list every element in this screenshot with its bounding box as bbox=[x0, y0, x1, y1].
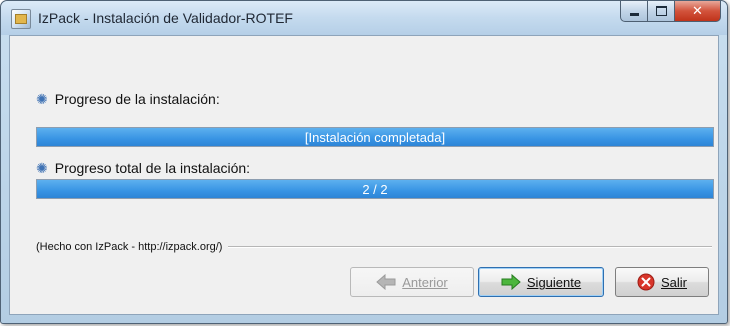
izpack-credit: (Hecho con IzPack - http://izpack.org/) bbox=[36, 241, 223, 253]
overall-progress-label: Progreso total de la instalación: bbox=[54, 160, 251, 176]
previous-button[interactable]: Anterior bbox=[350, 267, 474, 297]
close-circle-icon bbox=[637, 273, 655, 291]
overall-progress-label-row: ✺ Progreso total de la instalación: bbox=[36, 160, 250, 176]
installer-window: IzPack - Instalación de Validador-ROTEF … bbox=[0, 0, 728, 324]
window-controls: ✕ bbox=[620, 1, 721, 23]
quit-button-label: Salir bbox=[660, 274, 687, 290]
arrow-right-icon bbox=[501, 274, 521, 290]
close-icon: ✕ bbox=[692, 3, 703, 19]
pack-progress-text: [Instalación completada] bbox=[304, 129, 446, 145]
divider bbox=[228, 246, 712, 248]
maximize-button[interactable] bbox=[648, 1, 675, 22]
maximize-icon bbox=[655, 6, 667, 16]
title-bar[interactable]: IzPack - Instalación de Validador-ROTEF … bbox=[1, 1, 727, 35]
overall-progress-bar: 2 / 2 bbox=[36, 179, 714, 199]
gear-icon: ✺ bbox=[36, 91, 48, 107]
pack-progress-label: Progreso de la instalación: bbox=[54, 91, 220, 107]
minimize-icon bbox=[629, 13, 639, 16]
minimize-button[interactable] bbox=[620, 1, 648, 22]
pack-progress-bar: [Instalación completada] bbox=[36, 127, 714, 147]
izpack-app-icon bbox=[11, 9, 31, 29]
close-button[interactable]: ✕ bbox=[675, 1, 721, 22]
install-panel: ✺ Progreso de la instalación: [Instalaci… bbox=[9, 35, 719, 315]
overall-progress-text: 2 / 2 bbox=[362, 181, 388, 197]
gear-icon: ✺ bbox=[36, 160, 48, 176]
footer-credit-row: (Hecho con IzPack - http://izpack.org/) bbox=[36, 240, 712, 254]
next-button-label: Siguiente bbox=[526, 274, 582, 290]
arrow-left-icon bbox=[376, 274, 396, 290]
previous-button-label: Anterior bbox=[402, 274, 448, 290]
next-button[interactable]: Siguiente bbox=[478, 267, 604, 297]
quit-button[interactable]: Salir bbox=[615, 267, 709, 297]
window-title: IzPack - Instalación de Validador-ROTEF bbox=[38, 10, 293, 26]
pack-progress-label-row: ✺ Progreso de la instalación: bbox=[36, 91, 220, 107]
